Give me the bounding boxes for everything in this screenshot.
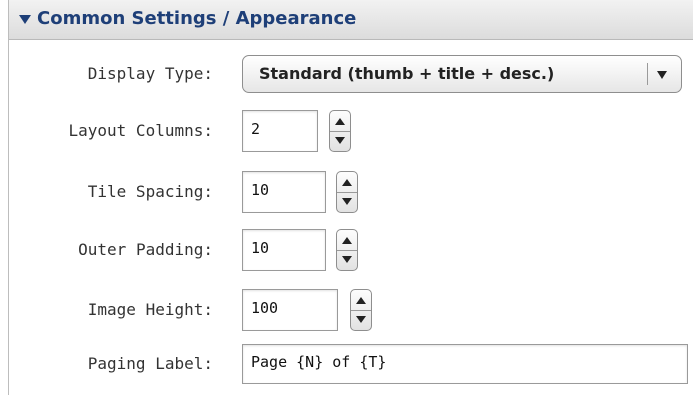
tile-spacing-input[interactable]: 10 xyxy=(242,171,326,213)
display-type-value: Standard (thumb + title + desc.) xyxy=(259,64,555,83)
section-header[interactable]: Common Settings / Appearance xyxy=(9,0,693,40)
paging-label-label: Paging Label: xyxy=(87,354,213,373)
stepper-up-icon[interactable] xyxy=(335,118,345,125)
stepper-up-icon[interactable] xyxy=(342,179,352,186)
display-type-select[interactable]: Standard (thumb + title + desc.) xyxy=(242,55,682,93)
stepper-down-icon[interactable] xyxy=(335,137,345,144)
layout-columns-row: Layout Columns: xyxy=(9,121,214,141)
outer-padding-input[interactable]: 10 xyxy=(242,229,326,271)
image-height-label: Image Height: xyxy=(87,300,213,319)
stepper-divider xyxy=(351,310,371,311)
stepper-divider xyxy=(330,131,350,132)
outer-padding-label: Outer Padding: xyxy=(78,240,213,259)
stepper-divider xyxy=(337,192,357,193)
stepper-down-icon[interactable] xyxy=(356,316,366,323)
tile-spacing-stepper[interactable] xyxy=(336,171,358,213)
section-title: Common Settings / Appearance xyxy=(37,8,357,29)
display-type-label: Display Type: xyxy=(87,64,213,83)
select-divider xyxy=(647,63,648,85)
stepper-down-icon[interactable] xyxy=(342,198,352,205)
image-height-stepper[interactable] xyxy=(350,289,372,331)
triangle-down-icon[interactable] xyxy=(19,15,31,24)
outer-padding-row: Outer Padding: xyxy=(9,240,213,260)
layout-columns-stepper[interactable] xyxy=(329,110,351,152)
tile-spacing-row: Tile Spacing: xyxy=(9,182,213,202)
layout-columns-label: Layout Columns: xyxy=(68,121,214,140)
stepper-down-icon[interactable] xyxy=(342,256,352,263)
stepper-up-icon[interactable] xyxy=(356,297,366,304)
image-height-input[interactable]: 100 xyxy=(242,289,338,331)
tile-spacing-label: Tile Spacing: xyxy=(87,182,213,201)
chevron-down-icon[interactable] xyxy=(657,71,667,79)
stepper-divider xyxy=(337,250,357,251)
settings-panel: Common Settings / Appearance Display Typ… xyxy=(8,0,693,395)
paging-label-input[interactable]: Page {N} of {T} xyxy=(242,344,688,384)
image-height-row: Image Height: xyxy=(9,300,213,320)
stepper-up-icon[interactable] xyxy=(342,237,352,244)
layout-columns-input[interactable]: 2 xyxy=(242,110,318,152)
display-type-row: Display Type: xyxy=(9,64,213,84)
paging-label-row: Paging Label: xyxy=(9,354,213,374)
outer-padding-stepper[interactable] xyxy=(336,229,358,271)
